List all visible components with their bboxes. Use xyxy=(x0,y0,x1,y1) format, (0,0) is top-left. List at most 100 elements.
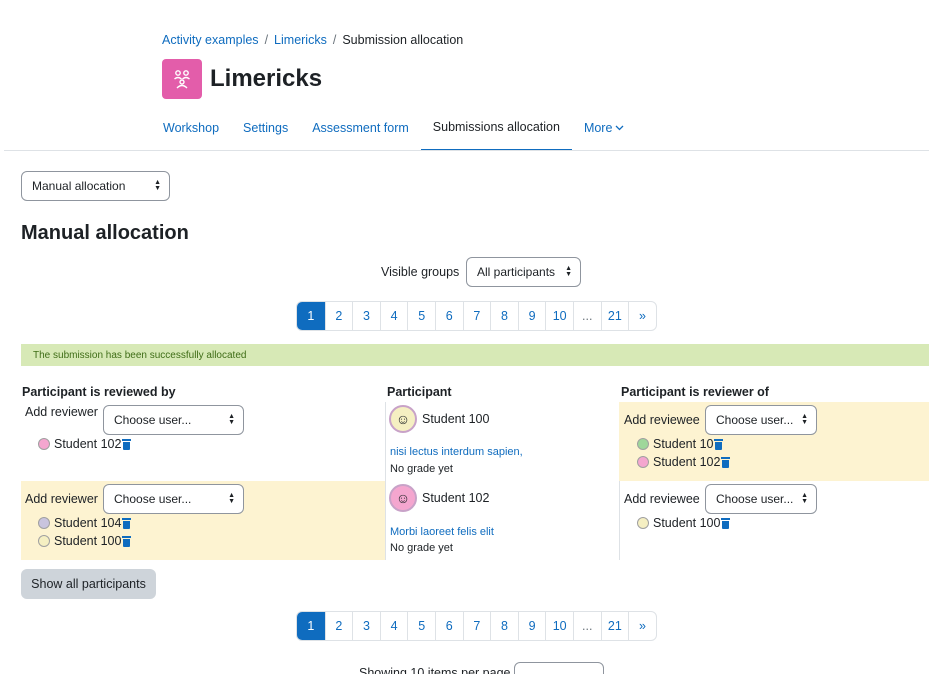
tab-workshop[interactable]: Workshop xyxy=(151,104,231,151)
page-link-6[interactable]: 6 xyxy=(434,302,463,330)
visible-groups-value: All participants xyxy=(477,265,556,279)
reviewer-name: Student 102 xyxy=(54,437,122,451)
choose-user-value: Choose user... xyxy=(716,492,794,506)
add-reviewer-label: Add reviewer xyxy=(25,405,98,419)
reviewer-item: Student 100 xyxy=(38,534,132,548)
page-link-2[interactable]: 2 xyxy=(324,302,353,330)
trash-icon[interactable] xyxy=(721,456,731,468)
page-link-1[interactable]: 1 xyxy=(297,302,325,330)
page-link-1[interactable]: 1 xyxy=(297,612,325,640)
add-reviewee-row: Add reviewee xyxy=(624,492,700,506)
page-link-7[interactable]: 7 xyxy=(462,612,491,640)
grade-status: No grade yet xyxy=(390,463,453,475)
grade-row: No grade yet xyxy=(390,463,453,475)
column-header-reviewer-of: Participant is reviewer of xyxy=(621,385,769,399)
reviewer-item: Student 104 xyxy=(38,516,132,530)
avatar xyxy=(637,456,649,468)
select-arrows-icon: ▲ ▼ xyxy=(228,492,235,505)
page-header: Limericks xyxy=(162,59,322,99)
items-per-page-text: Showing 10 items per page xyxy=(359,666,511,674)
page-link-6[interactable]: 6 xyxy=(434,612,463,640)
page-link-2[interactable]: 2 xyxy=(324,612,353,640)
page-link-4[interactable]: 4 xyxy=(379,302,408,330)
avatar: ☺ xyxy=(389,484,417,512)
add-reviewee-label: Add reviewee xyxy=(624,413,700,427)
add-reviewee-row: Add reviewee xyxy=(624,413,700,427)
allocation-method-select[interactable]: Manual allocation ▲ ▼ xyxy=(21,171,170,201)
page-link-8[interactable]: 8 xyxy=(490,612,518,640)
breadcrumb-link-limericks[interactable]: Limericks xyxy=(274,33,327,47)
success-alert: The submission has been successfully all… xyxy=(21,344,929,366)
page-link-3[interactable]: 3 xyxy=(352,302,380,330)
tab-more[interactable]: More xyxy=(572,104,636,151)
add-reviewer-select[interactable]: Choose user... ▲ ▼ xyxy=(103,484,244,514)
page-link-next[interactable]: » xyxy=(628,302,656,330)
participant-name: Student 100 xyxy=(422,412,490,426)
breadcrumb-separator: / xyxy=(332,33,337,47)
tab-assessment-form[interactable]: Assessment form xyxy=(300,104,421,151)
reviewee-name: Student 102 xyxy=(653,455,721,469)
avatar xyxy=(38,535,50,547)
page-link-9[interactable]: 9 xyxy=(517,612,546,640)
tab-settings[interactable]: Settings xyxy=(231,104,300,151)
reviewer-name: Student 100 xyxy=(54,534,122,548)
add-reviewee-label: Add reviewee xyxy=(624,492,700,506)
avatar: ☺ xyxy=(389,405,417,433)
reviewer-item: Student 102 xyxy=(38,437,132,451)
trash-icon[interactable] xyxy=(714,438,724,450)
breadcrumb-link-activity-examples[interactable]: Activity examples xyxy=(162,33,259,47)
add-reviewee-select[interactable]: Choose user... ▲ ▼ xyxy=(705,405,817,435)
page-ellipsis: ... xyxy=(572,302,601,330)
add-reviewee-select[interactable]: Choose user... ▲ ▼ xyxy=(705,484,817,514)
select-arrows-icon: ▲ ▼ xyxy=(228,413,235,426)
avatar xyxy=(38,517,50,529)
visible-groups-label: Visible groups xyxy=(381,265,460,279)
select-arrows-icon: ▲ ▼ xyxy=(801,492,808,505)
page-link-8[interactable]: 8 xyxy=(490,302,518,330)
avatar xyxy=(637,517,649,529)
add-reviewer-select[interactable]: Choose user... ▲ ▼ xyxy=(103,405,244,435)
show-all-participants-button[interactable]: Show all participants xyxy=(21,569,156,599)
column-divider xyxy=(385,402,386,560)
submission-link-row: nisi lectus interdum sapien, xyxy=(390,446,523,458)
page-link-7[interactable]: 7 xyxy=(462,302,491,330)
trash-icon[interactable] xyxy=(122,535,132,547)
page-link-5[interactable]: 5 xyxy=(407,612,435,640)
per-page-select[interactable] xyxy=(514,662,604,674)
page-link-5[interactable]: 5 xyxy=(407,302,435,330)
column-header-participant: Participant xyxy=(387,385,452,399)
select-arrows-icon: ▲ ▼ xyxy=(801,413,808,426)
trash-icon[interactable] xyxy=(122,517,132,529)
trash-icon[interactable] xyxy=(122,438,132,450)
page-link-next[interactable]: » xyxy=(628,612,656,640)
avatar xyxy=(38,438,50,450)
reviewee-name: Student 100 xyxy=(653,516,721,530)
pagination-bottom: 1 2 3 4 5 6 7 8 9 10 ... 21 » xyxy=(296,611,657,641)
page-link-21[interactable]: 21 xyxy=(600,612,629,640)
page-link-21[interactable]: 21 xyxy=(600,302,629,330)
visible-groups-select[interactable]: All participants ▲ ▼ xyxy=(466,257,581,287)
submission-link[interactable]: nisi lectus interdum sapien, xyxy=(390,446,523,458)
submission-link-row: Morbi laoreet felis elit xyxy=(390,526,494,538)
choose-user-value: Choose user... xyxy=(114,492,192,506)
allocation-method-value: Manual allocation xyxy=(32,179,126,193)
section-heading: Manual allocation xyxy=(21,222,189,244)
participant-item: ☺ Student 100 xyxy=(389,405,489,433)
page-link-9[interactable]: 9 xyxy=(517,302,546,330)
breadcrumb-current: Submission allocation xyxy=(342,33,464,47)
choose-user-value: Choose user... xyxy=(716,413,794,427)
page-link-10[interactable]: 10 xyxy=(545,302,573,330)
add-reviewer-row: Add reviewer xyxy=(25,492,98,506)
page-link-4[interactable]: 4 xyxy=(379,612,408,640)
trash-icon[interactable] xyxy=(721,517,731,529)
reviewer-name: Student 104 xyxy=(54,516,122,530)
header-divider xyxy=(4,150,929,151)
submission-link[interactable]: Morbi laoreet felis elit xyxy=(390,526,494,538)
tab-submissions-allocation[interactable]: Submissions allocation xyxy=(420,104,572,151)
page-link-3[interactable]: 3 xyxy=(352,612,380,640)
page-title: Limericks xyxy=(210,65,323,92)
reviewee-item: Student 10 xyxy=(637,437,724,451)
page-link-10[interactable]: 10 xyxy=(545,612,573,640)
select-arrows-icon: ▲ ▼ xyxy=(154,179,161,192)
pagination-top: 1 2 3 4 5 6 7 8 9 10 ... 21 » xyxy=(296,301,657,331)
